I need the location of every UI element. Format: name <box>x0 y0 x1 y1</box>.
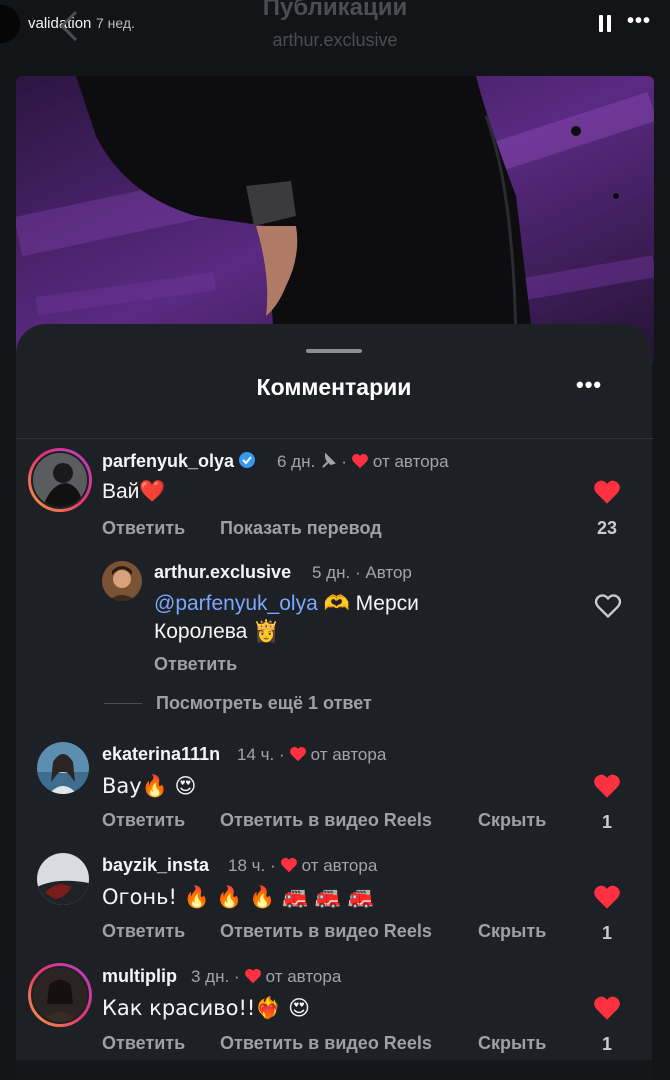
like-count: 1 <box>601 923 612 943</box>
heart-icon <box>280 857 297 873</box>
heart-icon[interactable] <box>593 884 621 910</box>
more-icon[interactable]: ••• <box>627 10 651 33</box>
page-subtitle: arthur.exclusive <box>272 30 398 50</box>
heart-icon <box>351 453 368 469</box>
page-title: Публикации <box>262 0 408 21</box>
sheet-title: Комментарии <box>256 374 412 400</box>
heart-icon <box>244 968 261 984</box>
avatar[interactable] <box>28 448 92 512</box>
reply-reels-button[interactable]: Ответить в видео Reels <box>220 810 432 831</box>
heart-icon <box>289 746 306 762</box>
comment-username[interactable]: multiplip <box>102 966 177 987</box>
like-count: 1 <box>601 1034 612 1054</box>
post-image <box>16 76 654 366</box>
replies-line <box>104 703 142 704</box>
comment-meta: 18 ч. · от автора <box>228 856 378 875</box>
comment-username[interactable]: bayzik_insta <box>102 855 209 876</box>
drag-handle[interactable] <box>306 349 362 353</box>
comment-text: Вау🔥 😍 <box>102 774 197 798</box>
divider <box>16 438 654 439</box>
avatar[interactable] <box>28 963 92 1027</box>
heart-icon[interactable] <box>593 995 621 1021</box>
comment-text: Огонь! 🔥 🔥 🔥 🚒 🚒 🚒 <box>102 885 374 909</box>
hide-button[interactable]: Скрыть <box>478 1033 546 1054</box>
comment-username[interactable]: ekaterina111n <box>102 744 220 765</box>
pin-icon <box>322 453 337 468</box>
comment-text: Королева 👸 <box>154 620 280 643</box>
comment-text: Как красиво!!❤️‍🔥 😍 <box>102 996 310 1020</box>
reply-button[interactable]: Ответить <box>102 1033 185 1054</box>
pause-icon[interactable] <box>598 15 612 32</box>
reply-button[interactable]: Ответить <box>102 518 185 539</box>
heart-outline-icon[interactable] <box>594 593 622 619</box>
comment-text: Вай❤️ <box>102 480 166 503</box>
reply-button[interactable]: Ответить <box>102 810 185 831</box>
reply-reels-button[interactable]: Ответить в видео Reels <box>220 1033 432 1054</box>
reply-button[interactable]: Ответить <box>154 654 237 675</box>
reply-button[interactable]: Ответить <box>102 921 185 942</box>
like-count: 23 <box>596 518 618 538</box>
comment-username[interactable]: arthur.exclusive <box>154 562 291 583</box>
comment-meta: 6 дн. · от автора <box>277 452 449 471</box>
comment-text: @parfenyuk_olya 🫶 Мерси <box>154 592 419 615</box>
comments-sheet: Комментарии ••• <box>16 324 652 1060</box>
view-replies-button[interactable]: Посмотреть ещё 1 ответ <box>156 693 372 714</box>
comment-meta: 5 дн. · Автор <box>312 563 412 582</box>
reply-reels-button[interactable]: Ответить в видео Reels <box>220 921 432 942</box>
hide-button[interactable]: Скрыть <box>478 810 546 831</box>
heart-icon[interactable] <box>593 479 621 505</box>
comment-meta: 3 дн. · от автора <box>191 967 342 986</box>
avatar[interactable] <box>37 853 89 905</box>
hide-button[interactable]: Скрыть <box>478 921 546 942</box>
comment-meta: 14 ч. · от автора <box>237 745 387 764</box>
heart-icon[interactable] <box>593 773 621 799</box>
like-count: 1 <box>601 812 612 832</box>
avatar[interactable] <box>102 561 142 601</box>
sheet-bottom <box>16 1060 652 1080</box>
verified-icon <box>239 452 256 468</box>
sheet-more-icon[interactable]: ••• <box>576 372 602 398</box>
translate-button[interactable]: Показать перевод <box>220 518 382 539</box>
avatar[interactable] <box>37 742 89 794</box>
comment-username[interactable]: parfenyuk_olya <box>102 451 256 472</box>
mention-link[interactable]: @parfenyuk_olya <box>154 592 318 615</box>
